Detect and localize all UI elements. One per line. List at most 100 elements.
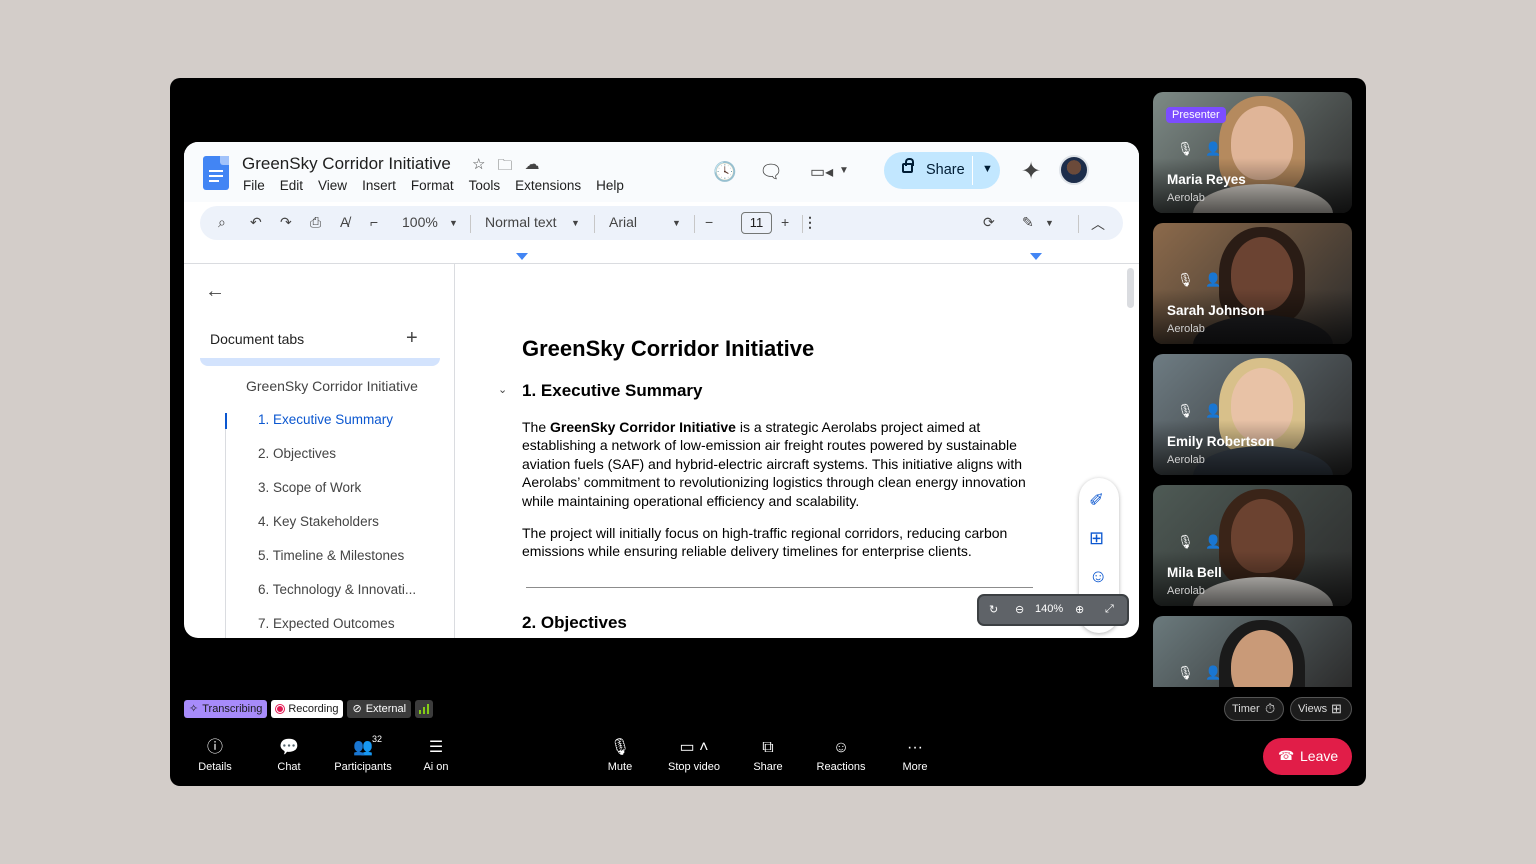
move-folder-icon[interactable]: 🗀 [497,155,512,180]
more-button[interactable]: ··· More [880,738,950,773]
mic-icon: 🎙 [609,739,631,756]
docs-logo-icon[interactable] [203,156,229,190]
outline-item[interactable]: 4. Key Stakeholders [258,514,379,529]
outline-item[interactable]: 5. Timeline & Milestones [258,548,404,563]
chat-button[interactable]: 💬 Chat [254,738,324,773]
chevron-down-icon[interactable]: ▼ [571,218,580,228]
outline-item[interactable]: 6. Technology & Innovati... [258,582,416,597]
mute-button[interactable]: 🎙 Mute [585,738,655,773]
style-select[interactable]: Normal text [485,214,557,230]
search-icon[interactable]: ⌕ [218,214,226,231]
spellcheck-icon[interactable]: A̸ [340,214,349,230]
menu-extensions[interactable]: Extensions [515,178,581,193]
cloud-status-icon[interactable]: ☁ [524,155,539,180]
right-indent-marker[interactable] [1030,253,1042,260]
menu-help[interactable]: Help [596,178,624,193]
outline-item[interactable]: 7. Expected Outcomes [258,616,395,631]
zoom-controls: ↻ ⊖ 140% ⊕ ⤢ [977,594,1129,626]
reset-zoom-icon[interactable]: ↻ [989,603,998,616]
reactions-button[interactable]: ☺ Reactions [806,738,876,773]
views-button[interactable]: Views ⊞ [1290,697,1352,721]
tab-item[interactable]: GreenSky Corridor Initiative [246,378,418,394]
zoom-in-icon[interactable]: ⊕ [1075,603,1084,616]
participant-tile[interactable]: 🎙 👤 Mila Bell Aerolab [1153,485,1352,606]
scrollbar[interactable] [1127,268,1134,308]
stop-video-button[interactable]: ▭ ˄ Stop video [659,738,729,773]
menu-edit[interactable]: Edit [280,178,303,193]
document-tabs-sidebar: ← Document tabs + GreenSky Corridor Init… [184,264,454,638]
lock-icon [902,158,914,173]
doc-title[interactable]: GreenSky Corridor Initiative [242,154,451,174]
outline-item[interactable]: 3. Scope of Work [258,480,361,495]
chevron-down-icon[interactable]: ▼ [449,218,458,228]
undo-icon[interactable]: ↶ [250,214,262,231]
print-icon[interactable]: ⎙ [310,214,321,231]
chevron-down-icon[interactable]: ▼ [1045,218,1054,228]
info-icon: ⓘ [206,739,223,756]
add-comment-icon[interactable]: ⊞ [1089,528,1104,549]
participant-tile[interactable]: 🎙 👤 Emily Robertson Aerolab [1153,354,1352,475]
redo-icon[interactable]: ↷ [280,214,292,231]
chevron-down-icon[interactable]: ▼ [672,218,681,228]
collapse-toolbar-icon[interactable]: ︿ [1091,214,1105,234]
details-button[interactable]: ⓘ Details [180,738,250,773]
version-history-icon[interactable]: 🕓 [713,160,737,184]
menu-insert[interactable]: Insert [362,178,396,193]
paragraph[interactable]: The project will initially focus on high… [522,524,1032,561]
increase-font-icon[interactable]: + [781,214,789,230]
menu-format[interactable]: Format [411,178,454,193]
decrease-font-icon[interactable]: − [705,214,713,230]
share-screen-button[interactable]: ⧉ Share [733,738,803,773]
section-heading[interactable]: 2. Objectives [522,613,627,633]
comments-icon[interactable]: 🗨 [759,160,783,184]
document-heading[interactable]: GreenSky Corridor Initiative [522,336,814,362]
participant-org: Aerolab [1167,585,1205,597]
account-avatar[interactable] [1059,155,1089,185]
formatting-toolbar: ⌕ ↶ ↷ ⎙ A̸ ⌐ 100% ▼ Normal text ▼ Arial … [200,206,1123,240]
left-indent-marker[interactable] [516,253,528,260]
editing-mode-icon[interactable]: ✎ [1022,214,1034,231]
emoji-reaction-icon[interactable]: ☺ [1089,566,1107,587]
menu-tools[interactable]: Tools [469,178,501,193]
paint-format-icon[interactable]: ⌐ [370,214,378,230]
timer-button[interactable]: Timer ⏱ [1224,697,1284,721]
menu-view[interactable]: View [318,178,347,193]
leave-button[interactable]: ☎ Leave [1263,738,1352,775]
outline-item[interactable]: 2. Objectives [258,446,336,461]
participant-name: Mila Bell [1167,565,1222,580]
zoom-select[interactable]: 100% [402,214,438,230]
status-chips: ✧ Transcribing Recording ⊘ External [184,700,434,718]
back-arrow-icon[interactable]: ← [205,280,225,303]
share-button[interactable]: Share ▼ [884,152,1000,189]
ai-button[interactable]: ☰ Ai on [401,738,471,773]
chevron-down-icon[interactable]: ▼ [839,165,849,176]
zoom-out-icon[interactable]: ⊖ [1015,603,1024,616]
section-heading[interactable]: 1. Executive Summary [522,381,702,401]
fullscreen-icon[interactable]: ⤢ [1105,603,1114,616]
mic-icon: 🎙 [1177,141,1194,156]
participant-tile[interactable]: Presenter 🎙 👤 Maria Reyes Aerolab [1153,92,1352,213]
ai-assist-icon[interactable]: ⟳ [983,214,995,231]
participant-tile[interactable]: 🎙 👤 Sarah Johnson Aerolab [1153,223,1352,344]
signal-strength-icon [415,700,434,718]
paragraph-text: The [522,419,551,435]
share-screen-label: Share [753,761,783,773]
magic-edit-icon[interactable]: ✐ [1089,490,1104,511]
share-dropdown-icon[interactable]: ▼ [982,163,993,175]
paragraph[interactable]: The GreenSky Corridor Initiative is a st… [522,418,1032,510]
menu-file[interactable]: File [243,178,265,193]
participant-tile[interactable]: 🎙 👤 [1153,616,1352,687]
more-options-icon[interactable]: ⋮ [803,214,817,231]
recording-label: Recording [288,703,339,715]
outline-item[interactable]: 1. Executive Summary [258,412,393,427]
add-tab-icon[interactable]: + [406,327,418,350]
star-icon[interactable]: ☆ [472,155,485,180]
gemini-icon[interactable]: ✦ [1021,157,1041,186]
collapse-section-icon[interactable]: ⌄ [498,383,507,396]
participants-button[interactable]: 👥 32 Participants [328,734,398,773]
meet-video-icon[interactable]: ▭◂ [810,162,833,182]
font-size-input[interactable]: 11 [741,212,772,234]
font-select[interactable]: Arial [609,214,637,230]
tab-highlight [200,358,440,366]
timer-icon: ⏱ [1265,701,1276,716]
